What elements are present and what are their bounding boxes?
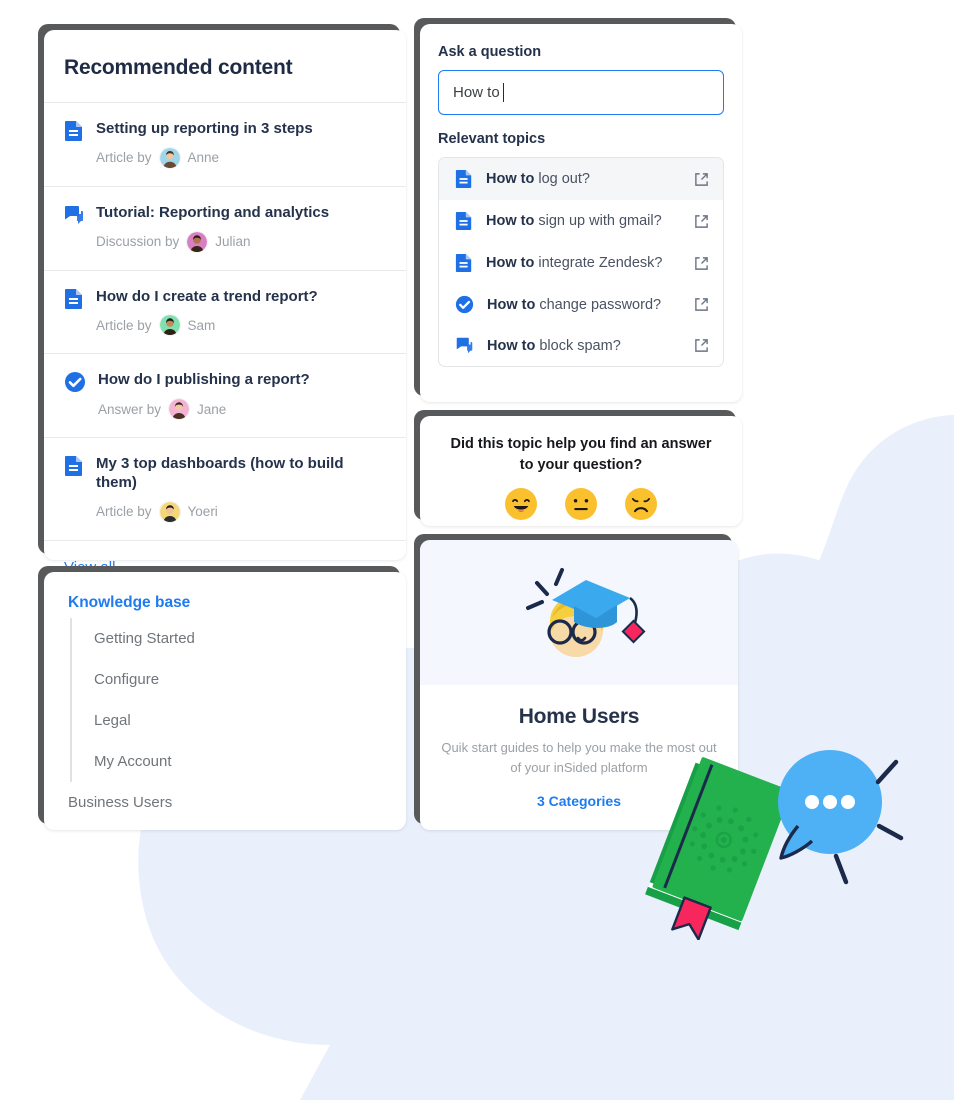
avatar (168, 398, 191, 420)
external-link-icon[interactable] (694, 338, 709, 353)
topic-query-match: How to (486, 213, 535, 229)
list-item-author: Jane (197, 401, 227, 417)
avatar (158, 500, 181, 523)
home-users-description: Quik start guides to help you make the m… (441, 740, 717, 775)
answer-check-icon (65, 372, 85, 393)
list-item-title: Setting up reporting in 3 steps (96, 120, 313, 137)
list-item-meta-prefix: Discussion by (96, 234, 180, 249)
list-item-title: My 3 top dashboards (how to build them) (96, 455, 344, 491)
document-icon (65, 288, 82, 309)
document-icon (455, 212, 472, 230)
list-item[interactable]: My 3 top dashboards (how to build them) … (44, 438, 406, 540)
list-item[interactable]: How do I create a trend report? Article … (44, 271, 406, 355)
sidebar-item-getting-started[interactable]: Getting Started (94, 618, 386, 659)
topic-query-match: How to (487, 296, 536, 313)
feedback-rating-group (420, 488, 742, 521)
happy-face-icon[interactable] (505, 488, 537, 521)
topic-suggestion-text: How to sign up with gmail? (486, 213, 681, 229)
topic-query-match: How to (487, 337, 536, 354)
external-link-icon[interactable] (694, 214, 709, 229)
list-item-author: Julian (215, 234, 251, 249)
discussion-icon (456, 337, 473, 354)
topic-query-match: How to (486, 255, 535, 271)
topic-suggestion-row[interactable]: How to log out? (439, 158, 723, 200)
document-icon (65, 456, 82, 476)
topic-query-rest: change password? (535, 296, 662, 313)
topic-query-rest: sign up with gmail? (534, 213, 662, 229)
topic-query-rest: block spam? (535, 337, 621, 354)
document-icon (455, 254, 472, 272)
list-item[interactable]: Setting up reporting in 3 steps Article … (44, 103, 406, 187)
topic-suggestion-text: How to change password? (487, 297, 681, 313)
list-item-meta: Article by Yoeri (96, 500, 386, 523)
topic-suggestion-row[interactable]: How to change password? (439, 284, 723, 325)
list-item-meta: Answer by Jane (98, 398, 386, 420)
sidebar-item-business-users[interactable]: Business Users (68, 782, 386, 811)
recommended-content-heading: Recommended content (64, 56, 293, 79)
search-input-value: How to (453, 84, 500, 101)
answer-check-icon (455, 295, 474, 314)
list-item-title: Tutorial: Reporting and analytics (96, 203, 330, 221)
sidebar-item-legal[interactable]: Legal (94, 700, 386, 741)
document-icon (455, 170, 472, 188)
relevant-topics-list: How to log out? How to sign up with gmai… (438, 157, 724, 367)
list-item[interactable]: Tutorial: Reporting and analytics Discus… (44, 187, 406, 271)
search-input[interactable]: How to (438, 70, 724, 115)
home-users-card[interactable]: Home Users Quik start guides to help you… (420, 540, 738, 830)
external-link-icon[interactable] (694, 256, 709, 271)
graduate-face-illustration (526, 568, 646, 657)
knowledge-base-sublist: Getting Started Configure Legal My Accou… (70, 618, 386, 782)
recommended-content-card: Recommended content Setting up reporting… (44, 30, 406, 576)
list-item-meta-prefix: Answer by (98, 401, 162, 417)
list-item-title: How do I publishing a report? (98, 371, 310, 389)
ask-question-label: Ask a question (438, 44, 542, 60)
topic-suggestion-text: How to block spam? (487, 338, 681, 354)
list-item-meta-prefix: Article by (96, 317, 152, 333)
topic-suggestion-text: How to log out? (486, 171, 681, 187)
list-item-meta-prefix: Article by (96, 150, 152, 166)
recommended-content-list: Setting up reporting in 3 steps Article … (44, 102, 406, 540)
feedback-card: Did this topic help you find an answer t… (420, 416, 742, 526)
topic-suggestion-row[interactable]: How to sign up with gmail? (439, 200, 723, 242)
sidebar-item-configure[interactable]: Configure (94, 659, 386, 700)
sad-face-icon[interactable] (625, 488, 657, 521)
avatar (158, 146, 181, 169)
list-item-title: How do I create a trend report? (96, 287, 318, 305)
feedback-question: Did this topic help you find an answer t… (450, 436, 712, 474)
topic-query-rest: integrate Zendesk? (534, 255, 663, 271)
list-item-meta: Article by Sam (96, 314, 386, 337)
sidebar-item-my-account[interactable]: My Account (94, 741, 386, 782)
external-link-icon[interactable] (694, 297, 709, 312)
home-users-illustration-area (420, 540, 738, 685)
avatar (186, 230, 209, 253)
topic-suggestion-row[interactable]: How to block spam? (439, 325, 723, 366)
neutral-face-icon[interactable] (565, 488, 597, 521)
text-caret (502, 83, 505, 102)
topic-query-match: How to (486, 171, 535, 187)
app-stage: Recommended content Setting up reporting… (0, 0, 954, 1100)
external-link-icon[interactable] (694, 172, 709, 187)
home-users-categories-link[interactable]: 3 Categories (438, 793, 720, 809)
home-users-title: Home Users (518, 705, 640, 728)
topic-suggestion-row[interactable]: How to integrate Zendesk? (439, 242, 723, 284)
avatar (158, 314, 181, 337)
list-item-author: Anne (187, 150, 220, 166)
list-item[interactable]: How do I publishing a report? Answer by … (44, 354, 406, 438)
document-icon (65, 121, 82, 141)
topic-suggestion-text: How to integrate Zendesk? (486, 255, 681, 271)
list-item-meta: Article by Anne (96, 146, 386, 169)
ask-question-card: Ask a question How to Relevant topics Ho… (420, 24, 742, 402)
discussion-icon (65, 205, 83, 224)
knowledge-base-title[interactable]: Knowledge base (68, 594, 386, 612)
list-item-author: Sam (187, 317, 216, 333)
list-item-author: Yoeri (187, 504, 218, 519)
topic-query-rest: log out? (534, 171, 590, 187)
list-item-meta-prefix: Article by (96, 504, 152, 519)
knowledge-base-card: Knowledge base Getting Started Configure… (44, 572, 406, 830)
list-item-meta: Discussion by Julian (96, 230, 386, 253)
relevant-topics-label: Relevant topics (438, 131, 546, 147)
